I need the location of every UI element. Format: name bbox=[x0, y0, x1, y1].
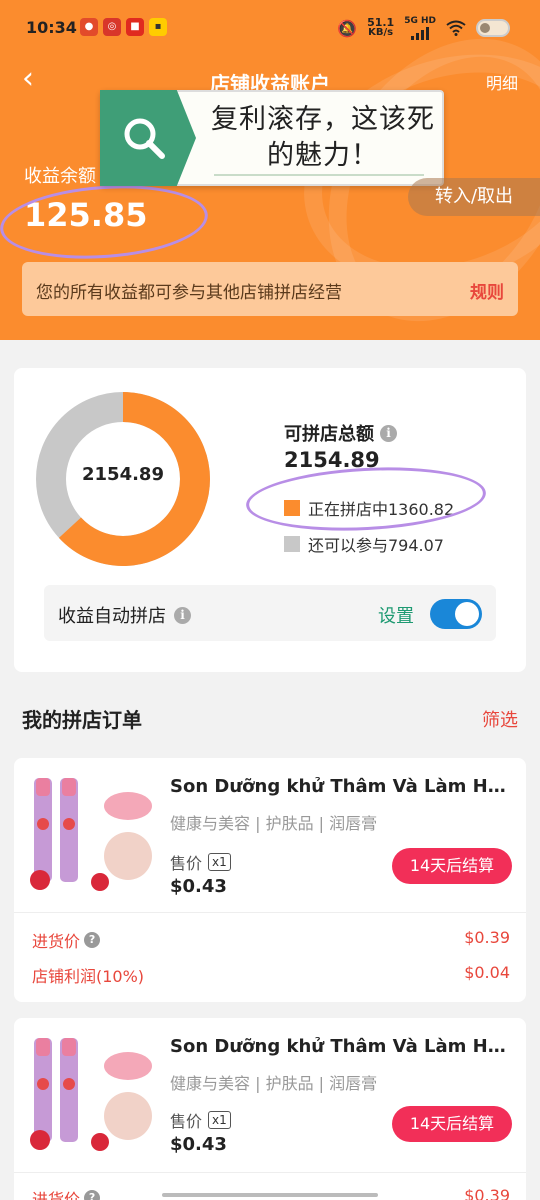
balance-label: 收益余额 bbox=[24, 166, 96, 187]
app-notification-icon: ▪ bbox=[149, 18, 167, 36]
auto-join-row: 收益自动拼店 i 设置 bbox=[44, 585, 496, 641]
product-image[interactable] bbox=[24, 1032, 156, 1154]
legend-swatch bbox=[284, 536, 300, 552]
profit-label: 店铺利润(10%) bbox=[32, 967, 145, 986]
caption-sticker: 复利滚存，这该死的魅力！ bbox=[100, 90, 444, 186]
cost-price-label-text: 进货价 bbox=[32, 1190, 81, 1200]
detail-link[interactable]: 明细 bbox=[486, 70, 518, 94]
product-categories: 健康与美容 | 护肤品 | 润唇膏 bbox=[170, 1074, 378, 1093]
cost-price-label-text: 进货价 bbox=[32, 932, 81, 951]
price-label-text: 售价 bbox=[170, 1112, 203, 1131]
status-bar: 10:34 ● ◎ ■ ▪ 🔕 51.1 KB/s 5G HD bbox=[0, 0, 540, 58]
auto-join-label-text: 收益自动拼店 bbox=[58, 606, 166, 627]
orders-title: 我的拼店订单 bbox=[22, 708, 142, 732]
rules-link[interactable]: 规则 bbox=[470, 278, 504, 303]
search-icon bbox=[100, 90, 196, 186]
header-banner: 10:34 ● ◎ ■ ▪ 🔕 51.1KB/s 5G HD ‹ 店铺收益账户 bbox=[0, 0, 540, 340]
handwritten-highlight-circle bbox=[0, 178, 211, 266]
legend-available: 还可以参与794.07 bbox=[284, 532, 444, 556]
product-price: $0.43 bbox=[170, 1134, 227, 1155]
app-notification-icon: ◎ bbox=[103, 18, 121, 36]
app-notification-icon: ■ bbox=[126, 18, 144, 36]
help-icon[interactable]: ? bbox=[84, 932, 101, 948]
cost-price-value: $0.39 bbox=[464, 928, 510, 947]
info-icon[interactable]: i bbox=[174, 606, 191, 624]
settle-badge: 14天后结算 bbox=[392, 848, 512, 884]
legend-available-text: 还可以参与794.07 bbox=[308, 536, 444, 555]
status-time: 10:34 bbox=[26, 18, 77, 37]
settings-link[interactable]: 设置 bbox=[378, 602, 414, 628]
cost-price-value: $0.39 bbox=[464, 1186, 510, 1200]
price-label-text: 售价 bbox=[170, 854, 203, 873]
product-name: Son Dưỡng khử Thâm Và Làm Hồng... bbox=[170, 776, 510, 797]
product-price: $0.43 bbox=[170, 876, 227, 897]
cost-price-label: 进货价 ? bbox=[32, 1186, 101, 1200]
wifi-icon bbox=[446, 20, 466, 36]
app-notification-icon: ● bbox=[80, 18, 98, 36]
settle-badge: 14天后结算 bbox=[392, 1106, 512, 1142]
donut-center-label: 2154.89 bbox=[82, 464, 164, 485]
filter-button[interactable]: 筛选 bbox=[482, 706, 518, 732]
product-categories: 健康与美容 | 护肤品 | 润唇膏 bbox=[170, 814, 378, 833]
info-icon[interactable]: i bbox=[380, 424, 397, 442]
signal-icon: 5G HD bbox=[404, 16, 436, 40]
price-label: 售价 x1 bbox=[170, 1108, 231, 1132]
price-label: 售价 x1 bbox=[170, 850, 231, 874]
profit-value: $0.04 bbox=[464, 963, 510, 982]
net-speed: 51.1 KB/s bbox=[367, 16, 395, 38]
divider bbox=[14, 1172, 526, 1173]
auto-join-label: 收益自动拼店 i bbox=[58, 602, 191, 628]
total-label-text: 可拼店总额 bbox=[284, 424, 374, 445]
home-indicator[interactable] bbox=[162, 1193, 378, 1197]
auto-join-toggle[interactable] bbox=[430, 599, 482, 629]
caption-underline bbox=[214, 174, 424, 176]
divider bbox=[14, 912, 526, 913]
product-name: Son Dưỡng khử Thâm Và Làm Hồng... bbox=[170, 1036, 510, 1057]
quantity-badge: x1 bbox=[208, 853, 231, 871]
total-label: 可拼店总额 i bbox=[284, 420, 397, 446]
caption-text: 复利滚存，这该死的魅力！ bbox=[211, 104, 435, 171]
transfer-button[interactable]: 转入/取出 bbox=[408, 178, 540, 216]
cost-price-label: 进货价 ? bbox=[32, 928, 101, 952]
notice-bar: 您的所有收益都可参与其他店铺拼店经营 规则 bbox=[22, 262, 518, 316]
battery-icon bbox=[476, 19, 510, 37]
help-icon[interactable]: ? bbox=[84, 1190, 101, 1200]
mute-icon: 🔕 bbox=[337, 18, 358, 38]
quantity-badge: x1 bbox=[208, 1111, 231, 1129]
product-image[interactable] bbox=[24, 772, 156, 894]
notice-text: 您的所有收益都可参与其他店铺拼店经营 bbox=[36, 283, 342, 303]
